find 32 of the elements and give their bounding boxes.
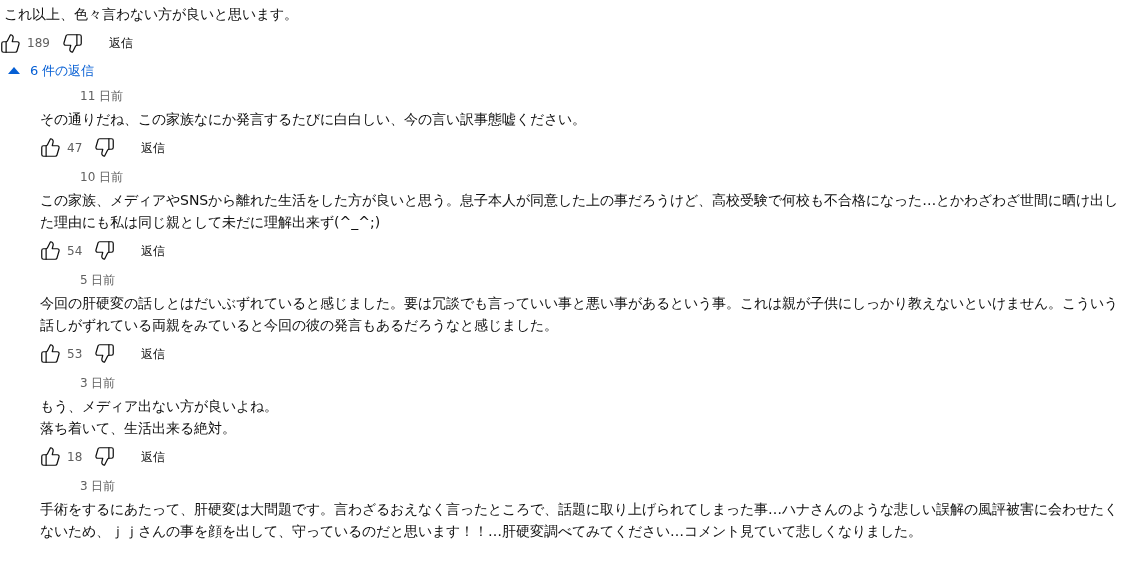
comment-text: 手術をするにあたって、肝硬変は大問題です。言わざるおえなく言ったところで、話題に取り上げられてしまった事…ハナさんのような悲しい誤解の風評被害に会わせたく ないため、ｊｊさんの事を顔を出して、守っているのだと思います！！…肝硬変調べてみてください…コメント見ていて悲しくなりました。 <box>40 499 1118 541</box>
comment-time: 3 日前 <box>80 477 116 495</box>
dislike-button[interactable] <box>94 240 116 261</box>
like-count: 18 <box>67 448 83 466</box>
reply-button[interactable]: 返信 <box>141 138 166 157</box>
like-button[interactable] <box>40 343 61 364</box>
replies-toggle[interactable]: 6 件の返信 <box>8 61 95 81</box>
comment-text: その通りだね、この家族なにか発言するたびに白白しい、今の言い訳事態嘘ください。 <box>40 109 586 129</box>
like-button[interactable] <box>40 240 61 261</box>
dislike-button[interactable] <box>94 343 116 364</box>
like-count: 47 <box>67 139 83 157</box>
comment-time: 5 日前 <box>80 271 116 289</box>
like-count: 53 <box>67 345 83 363</box>
like-button[interactable] <box>0 32 21 54</box>
dislike-button[interactable] <box>94 137 116 158</box>
comment-text: この家族、メディアやSNSから離れた生活をした方が良いと思う。息子本人が同意した上の事だろうけど、高校受験で何校も不合格になった…とかわざわざ世間に晒け出し た理由にも私は同じ親として未だに理解出来ず(^_^;) <box>40 190 1119 232</box>
like-count: 189 <box>27 35 50 52</box>
comment-time: 10 日前 <box>80 168 124 186</box>
like-button[interactable] <box>40 446 61 467</box>
comment-text: これ以上、色々言わない方が良いと思います。 <box>4 5 298 24</box>
dislike-button[interactable] <box>61 32 83 54</box>
reply-button[interactable]: 返信 <box>141 447 166 466</box>
dislike-button[interactable] <box>94 446 116 467</box>
comment-time: 11 日前 <box>80 87 124 105</box>
reply-button[interactable]: 返信 <box>108 34 133 52</box>
comment-time: 3 日前 <box>80 374 116 392</box>
reply-button[interactable]: 返信 <box>141 241 166 260</box>
reply-button[interactable]: 返信 <box>141 344 166 363</box>
comment-text: 今回の肝硬変の話しとはだいぶずれていると感じました。要は冗談でも言っていい事と悪い事があるという事。これは親が子供にしっかり教えないといけません。こういう 話しがずれている両親をみていると今回の彼の発言もあるだろうなと感じました。 <box>40 293 1118 335</box>
like-count: 54 <box>67 242 83 260</box>
like-button[interactable] <box>40 137 61 158</box>
comment-text: もう、メディア出ない方が良いよね。 落ち着いて、生活出来る絶対。 <box>40 396 278 438</box>
